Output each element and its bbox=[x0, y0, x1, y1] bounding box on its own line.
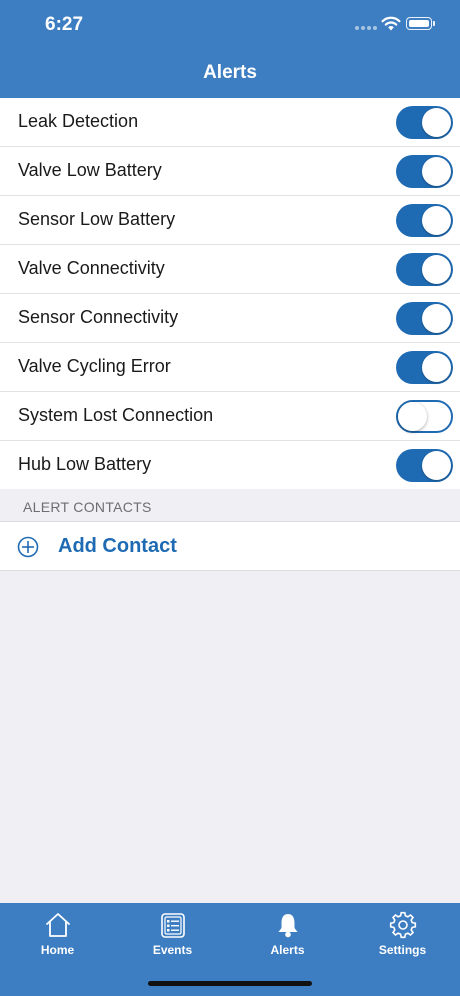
add-contact-label: Add Contact bbox=[58, 535, 177, 557]
system-lost-connection-toggle[interactable] bbox=[396, 400, 453, 433]
alert-label: System Lost Connection bbox=[18, 405, 214, 425]
alert-row-leak-detection: Leak Detection bbox=[0, 98, 460, 147]
hub-low-battery-toggle[interactable] bbox=[396, 449, 453, 482]
wifi-icon bbox=[381, 16, 401, 31]
tab-events[interactable]: Events bbox=[115, 903, 230, 963]
tab-home[interactable]: Home bbox=[0, 903, 115, 963]
alert-label: Valve Cycling Error bbox=[18, 356, 171, 376]
alert-row-valve-connectivity: Valve Connectivity bbox=[0, 245, 460, 294]
valve-low-battery-toggle[interactable] bbox=[396, 155, 453, 188]
alert-row-sensor-low-battery: Sensor Low Battery bbox=[0, 196, 460, 245]
alerts-list: Leak Detection Valve Low Battery Sensor … bbox=[0, 98, 460, 490]
alert-row-valve-cycling-error: Valve Cycling Error bbox=[0, 343, 460, 392]
page-title: Alerts bbox=[203, 62, 257, 83]
events-list-icon bbox=[161, 913, 185, 938]
alert-label: Sensor Connectivity bbox=[18, 307, 179, 327]
battery-icon bbox=[406, 17, 435, 30]
tab-label: Home bbox=[40, 943, 75, 957]
tab-label: Alerts bbox=[270, 943, 305, 957]
alert-row-valve-low-battery: Valve Low Battery bbox=[0, 147, 460, 196]
tab-label: Settings bbox=[378, 943, 427, 957]
status-time: 6:27 bbox=[45, 14, 84, 35]
tab-label: Events bbox=[152, 943, 193, 957]
alert-label: Valve Connectivity bbox=[18, 258, 165, 278]
home-indicator bbox=[148, 981, 312, 986]
valve-cycling-error-toggle[interactable] bbox=[396, 351, 453, 384]
alert-row-hub-low-battery: Hub Low Battery bbox=[0, 441, 460, 490]
valve-connectivity-toggle[interactable] bbox=[396, 253, 453, 286]
leak-detection-toggle[interactable] bbox=[396, 106, 453, 139]
header-bar: 6:27 Alerts bbox=[0, 0, 460, 98]
alert-row-sensor-connectivity: Sensor Connectivity bbox=[0, 294, 460, 343]
home-icon bbox=[46, 913, 70, 937]
plus-circle-icon bbox=[17, 536, 39, 558]
alert-row-system-lost-connection: System Lost Connection bbox=[0, 392, 460, 441]
tab-settings[interactable]: Settings bbox=[345, 903, 460, 963]
add-contact-button[interactable]: Add Contact bbox=[0, 522, 460, 571]
alert-label: Leak Detection bbox=[18, 111, 139, 131]
gear-icon bbox=[389, 911, 417, 939]
alert-label: Sensor Low Battery bbox=[18, 209, 176, 229]
sensor-connectivity-toggle[interactable] bbox=[396, 302, 453, 335]
cellular-signal-icon bbox=[355, 26, 377, 32]
alert-label: Valve Low Battery bbox=[18, 160, 162, 180]
tab-alerts[interactable]: Alerts bbox=[230, 903, 345, 963]
alert-label: Hub Low Battery bbox=[18, 454, 152, 474]
alert-contacts-section-header: ALERT CONTACTS bbox=[0, 489, 460, 522]
bell-icon bbox=[278, 914, 298, 938]
sensor-low-battery-toggle[interactable] bbox=[396, 204, 453, 237]
section-header-label: ALERT CONTACTS bbox=[23, 499, 152, 515]
